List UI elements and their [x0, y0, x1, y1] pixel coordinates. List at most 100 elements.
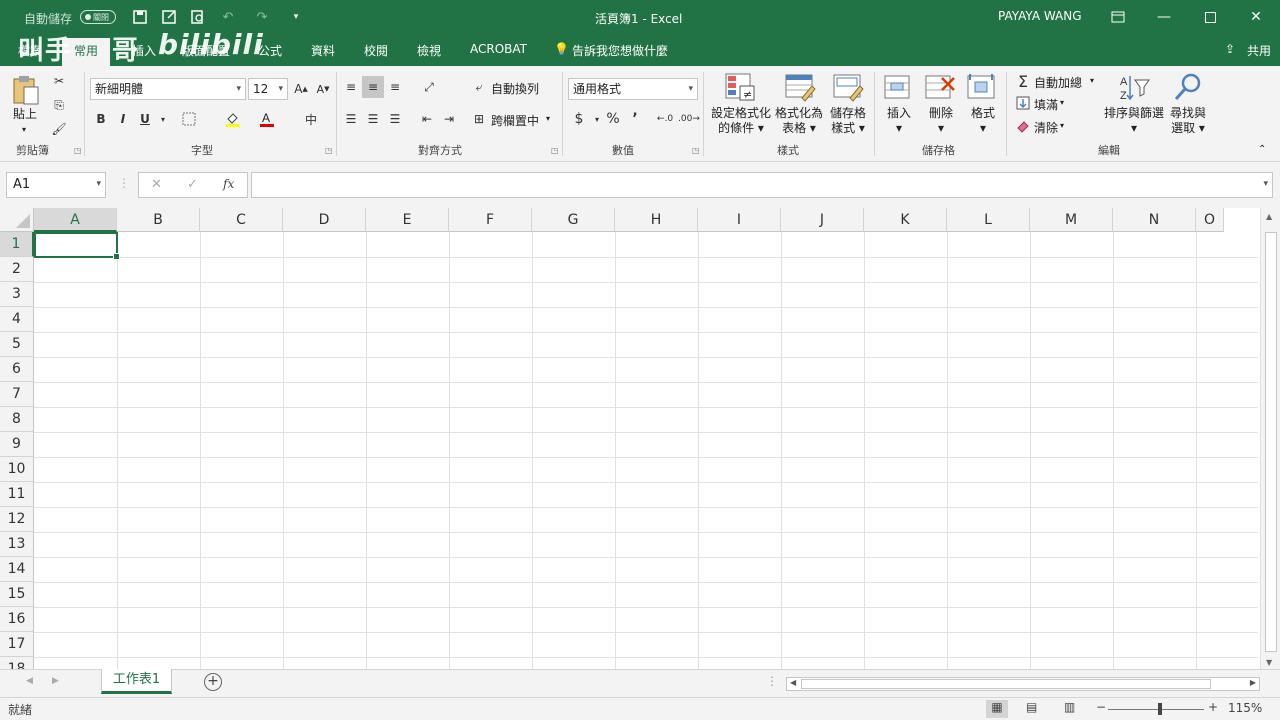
- paste-button[interactable]: 貼上: [13, 107, 37, 122]
- save-icon[interactable]: [130, 8, 150, 26]
- fill-icon[interactable]: [1012, 92, 1034, 114]
- scroll-left-icon[interactable]: ◀: [790, 678, 796, 687]
- tab-acrobat[interactable]: ACROBAT: [470, 42, 527, 56]
- tab-data[interactable]: 資料: [311, 42, 335, 59]
- autosum-button[interactable]: 自動加總: [1034, 74, 1082, 91]
- row-header[interactable]: 8: [0, 407, 34, 432]
- horizontal-scroll-thumb[interactable]: [801, 679, 1211, 689]
- row-header[interactable]: 17: [0, 632, 34, 657]
- zoom-slider-thumb[interactable]: [1158, 703, 1162, 715]
- format-cells-icon[interactable]: [966, 72, 1000, 104]
- row-header[interactable]: 16: [0, 607, 34, 632]
- format-as-table-button[interactable]: 格式化為 表格 ▾: [774, 106, 824, 136]
- column-header[interactable]: B: [117, 208, 200, 232]
- horizontal-scrollbar[interactable]: ◀ ▶: [786, 677, 1260, 691]
- format-cells-button[interactable]: 格式 ▾: [968, 106, 998, 136]
- column-header[interactable]: G: [532, 208, 615, 232]
- customize-qat-icon[interactable]: ▾: [286, 8, 306, 26]
- font-launcher-icon[interactable]: ◳: [325, 146, 333, 155]
- row-header[interactable]: 2: [0, 257, 34, 282]
- row-header[interactable]: 12: [0, 507, 34, 532]
- tab-home[interactable]: 常用: [62, 38, 111, 66]
- column-header[interactable]: C: [200, 208, 283, 232]
- wrap-text-button[interactable]: 自動換列: [491, 80, 539, 97]
- print-preview-icon[interactable]: [188, 8, 208, 26]
- borders-icon[interactable]: [178, 108, 200, 130]
- close-icon[interactable]: ✕: [1233, 4, 1279, 30]
- cut-icon[interactable]: ✂: [48, 70, 70, 92]
- row-header[interactable]: 7: [0, 382, 34, 407]
- vertical-scrollbar[interactable]: ▲ ▼: [1260, 208, 1280, 669]
- find-select-icon[interactable]: [1172, 72, 1206, 104]
- conditional-formatting-button[interactable]: 設定格式化 的條件 ▾: [708, 106, 774, 136]
- align-top-icon[interactable]: ≡: [340, 76, 362, 98]
- merge-center-icon[interactable]: ⊞: [468, 108, 490, 130]
- font-size-dropdown[interactable]: 12 ▾: [248, 78, 288, 100]
- find-select-button[interactable]: 尋找與 選取 ▾: [1166, 106, 1210, 136]
- number-format-dropdown[interactable]: 通用格式 ▾: [568, 78, 698, 100]
- sheet-prev-icon[interactable]: ◀: [26, 676, 33, 686]
- tab-review[interactable]: 校閱: [364, 42, 388, 59]
- underline-dropdown-icon[interactable]: ▾: [152, 108, 174, 130]
- number-launcher-icon[interactable]: ◳: [692, 146, 700, 155]
- row-header[interactable]: 14: [0, 557, 34, 582]
- tab-formulas[interactable]: 公式: [258, 42, 282, 59]
- zoom-out-button[interactable]: −: [1096, 700, 1106, 714]
- increase-font-size-icon[interactable]: A ▲: [290, 78, 312, 100]
- sheet-tab[interactable]: 工作表1: [101, 669, 172, 694]
- tab-file[interactable]: 檔案: [18, 42, 42, 59]
- column-header[interactable]: L: [947, 208, 1030, 232]
- increase-decimal-icon[interactable]: ←.0: [654, 108, 676, 130]
- tell-me-icon[interactable]: 💡: [554, 42, 569, 56]
- sheet-next-icon[interactable]: ▶: [52, 676, 59, 686]
- scroll-right-icon[interactable]: ▶: [1250, 678, 1256, 687]
- cell-styles-button[interactable]: 儲存格 樣式 ▾: [826, 106, 870, 136]
- delete-cells-button[interactable]: 刪除 ▾: [926, 106, 956, 136]
- comma-button[interactable]: ’: [624, 108, 646, 130]
- bold-button[interactable]: B: [90, 108, 112, 130]
- formula-input[interactable]: ▾: [251, 172, 1273, 198]
- align-right-icon[interactable]: ☰: [384, 108, 406, 130]
- cell-styles-icon[interactable]: [832, 72, 866, 104]
- row-header[interactable]: 13: [0, 532, 34, 557]
- row-header[interactable]: 6: [0, 357, 34, 382]
- fill-dropdown-icon[interactable]: ▾: [1060, 98, 1064, 107]
- decrease-font-size-icon[interactable]: A ▼: [312, 78, 334, 100]
- worksheet-grid[interactable]: ABCDEFGHIJKLMNO 1 2 3 4 5 6 7 8 9 10 11 12 13 14 15 16 1…: [0, 208, 1280, 669]
- format-painter-icon[interactable]: 🖌: [48, 118, 70, 140]
- add-sheet-button[interactable]: +: [204, 673, 222, 691]
- row-header[interactable]: 5: [0, 332, 34, 357]
- paste-icon[interactable]: [10, 74, 44, 106]
- column-header[interactable]: E: [366, 208, 449, 232]
- normal-view-icon[interactable]: ▦: [986, 700, 1008, 718]
- column-header[interactable]: D: [283, 208, 366, 232]
- column-header[interactable]: F: [449, 208, 532, 232]
- paste-dropdown-icon[interactable]: ▾: [22, 122, 26, 137]
- fill-button[interactable]: 填滿: [1034, 96, 1058, 113]
- delete-cells-icon[interactable]: [924, 72, 958, 104]
- decrease-decimal-icon[interactable]: .00→: [678, 108, 700, 130]
- tab-insert[interactable]: 插入: [132, 42, 156, 59]
- conditional-formatting-icon[interactable]: ≠: [724, 72, 758, 104]
- column-header[interactable]: N: [1113, 208, 1196, 232]
- phonetic-guide-icon[interactable]: 中: [300, 108, 322, 130]
- tab-page-layout[interactable]: 版面配置: [182, 42, 230, 59]
- decrease-indent-icon[interactable]: ⇤: [416, 108, 438, 130]
- alignment-launcher-icon[interactable]: ◳: [551, 146, 559, 155]
- column-header[interactable]: O: [1196, 208, 1224, 232]
- insert-cells-icon[interactable]: [883, 72, 917, 104]
- share-icon[interactable]: ⇪: [1225, 42, 1235, 56]
- minimize-icon[interactable]: —: [1141, 4, 1187, 30]
- autosum-dropdown-icon[interactable]: ▾: [1090, 76, 1094, 85]
- row-header[interactable]: 15: [0, 582, 34, 607]
- row-header[interactable]: 18: [0, 657, 34, 669]
- collapse-ribbon-icon[interactable]: ⌃: [1258, 144, 1266, 155]
- page-break-view-icon[interactable]: ▥: [1064, 700, 1075, 714]
- name-box[interactable]: A1 ▾: [6, 172, 106, 198]
- row-header[interactable]: 3: [0, 282, 34, 307]
- align-middle-icon[interactable]: ≡: [362, 76, 384, 98]
- save-as-icon[interactable]: [159, 8, 179, 26]
- column-header[interactable]: H: [615, 208, 698, 232]
- italic-button[interactable]: I: [112, 108, 134, 130]
- column-header[interactable]: I: [698, 208, 781, 232]
